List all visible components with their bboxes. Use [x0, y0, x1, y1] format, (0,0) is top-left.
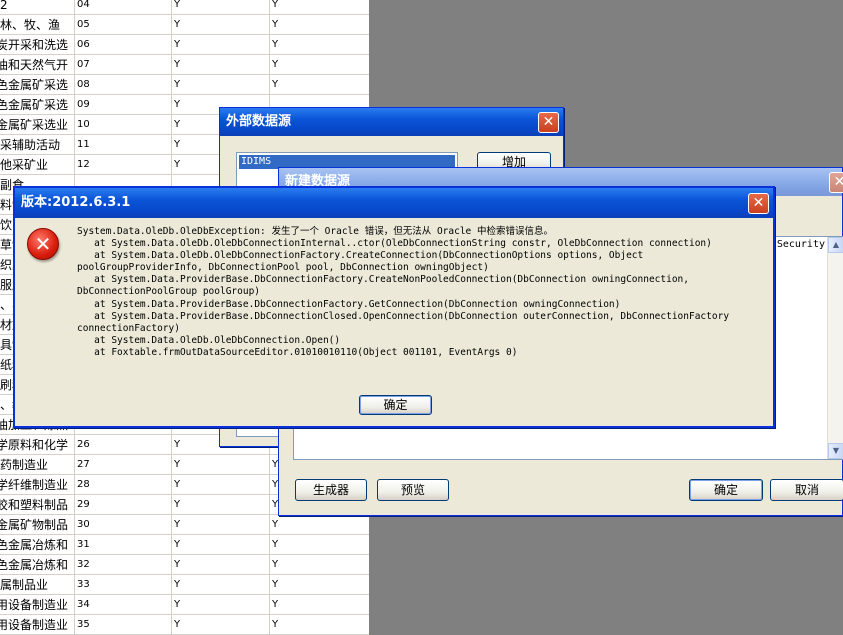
error-dialog-titlebar[interactable]: 版本:2012.6.3.1	[15, 188, 773, 218]
table-cell[interactable]: 06	[75, 35, 172, 55]
table-cell[interactable]: 08	[75, 75, 172, 95]
table-cell[interactable]: 30	[75, 515, 172, 535]
builder-button[interactable]: 生成器	[295, 479, 367, 501]
table-cell[interactable]: 07	[75, 55, 172, 75]
error-dialog-title: 版本:2012.6.3.1	[21, 195, 131, 210]
table-cell[interactable]: Y	[172, 15, 270, 35]
table-row[interactable]: 色金属冶炼和 31 Y Y	[0, 535, 369, 555]
table-cell[interactable]: Y	[270, 575, 369, 595]
table-cell[interactable]: Y	[172, 535, 270, 555]
table-cell[interactable]: 28	[75, 475, 172, 495]
table-cell[interactable]: 09	[75, 95, 172, 115]
table-cell[interactable]: 12	[75, 155, 172, 175]
connection-string-scrollbar[interactable]: ▲ ▼	[827, 237, 843, 459]
table-cell[interactable]: Y	[172, 35, 270, 55]
external-datasource-titlebar[interactable]: 外部数据源	[220, 108, 563, 136]
table-cell[interactable]: 11	[75, 135, 172, 155]
table-cell[interactable]: 10	[75, 115, 172, 135]
table-cell[interactable]: Y	[270, 55, 369, 75]
table-cell[interactable]: 04	[75, 0, 172, 15]
table-cell[interactable]: Y	[270, 555, 369, 575]
table-cell[interactable]: 31	[75, 535, 172, 555]
table-row[interactable]: 色金属矿采选 08 Y Y	[0, 75, 369, 95]
table-cell[interactable]: Y	[172, 55, 270, 75]
table-cell[interactable]: 胶和塑料制品	[0, 495, 75, 515]
table-cell[interactable]: 26	[75, 435, 172, 455]
table-cell[interactable]: Y	[172, 75, 270, 95]
table-cell[interactable]: Y	[270, 75, 369, 95]
table-cell[interactable]: 29	[75, 495, 172, 515]
new-datasource-ok-button[interactable]: 确定	[689, 479, 763, 501]
table-cell[interactable]: 2	[0, 0, 75, 15]
table-row[interactable]: 2 04 Y Y	[0, 0, 369, 15]
table-row[interactable]: 用设备制造业 34 Y Y	[0, 595, 369, 615]
table-row[interactable]: 金属矿物制品 30 Y Y	[0, 515, 369, 535]
table-cell[interactable]: 33	[75, 575, 172, 595]
table-cell[interactable]: Y	[270, 515, 369, 535]
table-cell[interactable]: 27	[75, 455, 172, 475]
error-ok-button[interactable]: 确定	[359, 395, 432, 415]
table-cell[interactable]: 采辅助活动	[0, 135, 75, 155]
table-cell[interactable]: 色金属冶炼和	[0, 535, 75, 555]
table-cell[interactable]: 05	[75, 15, 172, 35]
table-cell[interactable]: 用设备制造业	[0, 615, 75, 635]
error-x-icon: ✕	[27, 228, 59, 260]
table-cell[interactable]: Y	[270, 0, 369, 15]
preview-button[interactable]: 预览	[377, 479, 449, 501]
table-row[interactable]: 炭开采和洗选 06 Y Y	[0, 35, 369, 55]
table-cell[interactable]: Y	[172, 0, 270, 15]
scroll-up-icon[interactable]: ▲	[828, 237, 843, 253]
table-cell[interactable]: 学纤维制造业	[0, 475, 75, 495]
external-datasource-close-button[interactable]: ✕	[538, 112, 559, 133]
table-row[interactable]: 林、牧、渔 05 Y Y	[0, 15, 369, 35]
table-cell[interactable]: 色金属矿采选	[0, 75, 75, 95]
error-dialog-close-button[interactable]: ✕	[748, 193, 769, 214]
connection-string-text: Security	[776, 239, 825, 250]
table-cell[interactable]: Y	[172, 455, 270, 475]
table-cell[interactable]: Y	[270, 15, 369, 35]
table-cell[interactable]: 34	[75, 595, 172, 615]
table-cell[interactable]: 他采矿业	[0, 155, 75, 175]
table-cell[interactable]: 属制品业	[0, 575, 75, 595]
table-cell[interactable]: Y	[172, 515, 270, 535]
table-cell[interactable]: 金属矿采选业	[0, 115, 75, 135]
table-cell[interactable]: 林、牧、渔	[0, 15, 75, 35]
error-message: System.Data.OleDb.OleDbException: 发生了一个 …	[77, 226, 730, 358]
table-cell[interactable]: 炭开采和洗选	[0, 35, 75, 55]
table-cell[interactable]: Y	[270, 535, 369, 555]
table-cell[interactable]: Y	[172, 555, 270, 575]
table-row[interactable]: 用设备制造业 35 Y Y	[0, 615, 369, 635]
table-cell[interactable]: 32	[75, 555, 172, 575]
table-cell[interactable]: 色金属冶炼和	[0, 555, 75, 575]
table-cell[interactable]: 色金属矿采选	[0, 95, 75, 115]
external-datasource-title: 外部数据源	[226, 114, 292, 129]
table-cell[interactable]: Y	[172, 495, 270, 515]
error-dialog: 版本:2012.6.3.1 ✕ ✕ System.Data.OleDb.OleD…	[13, 186, 775, 428]
table-cell[interactable]: 油和天然气开	[0, 55, 75, 75]
table-cell[interactable]: 药制造业	[0, 455, 75, 475]
table-cell[interactable]: Y	[270, 615, 369, 635]
table-cell[interactable]: Y	[270, 35, 369, 55]
table-row[interactable]: 属制品业 33 Y Y	[0, 575, 369, 595]
new-datasource-cancel-button[interactable]: 取消	[770, 479, 843, 501]
table-cell[interactable]: Y	[172, 475, 270, 495]
table-cell[interactable]: 学原料和化学	[0, 435, 75, 455]
new-datasource-close-button[interactable]: ✕	[829, 172, 843, 193]
table-cell[interactable]: 用设备制造业	[0, 595, 75, 615]
table-cell[interactable]: Y	[172, 615, 270, 635]
table-cell[interactable]: 35	[75, 615, 172, 635]
table-cell[interactable]: Y	[270, 595, 369, 615]
table-cell[interactable]: 金属矿物制品	[0, 515, 75, 535]
table-cell[interactable]: Y	[172, 575, 270, 595]
table-row[interactable]: 油和天然气开 07 Y Y	[0, 55, 369, 75]
scroll-down-icon[interactable]: ▼	[828, 443, 843, 459]
table-cell[interactable]: Y	[172, 595, 270, 615]
table-row[interactable]: 色金属冶炼和 32 Y Y	[0, 555, 369, 575]
